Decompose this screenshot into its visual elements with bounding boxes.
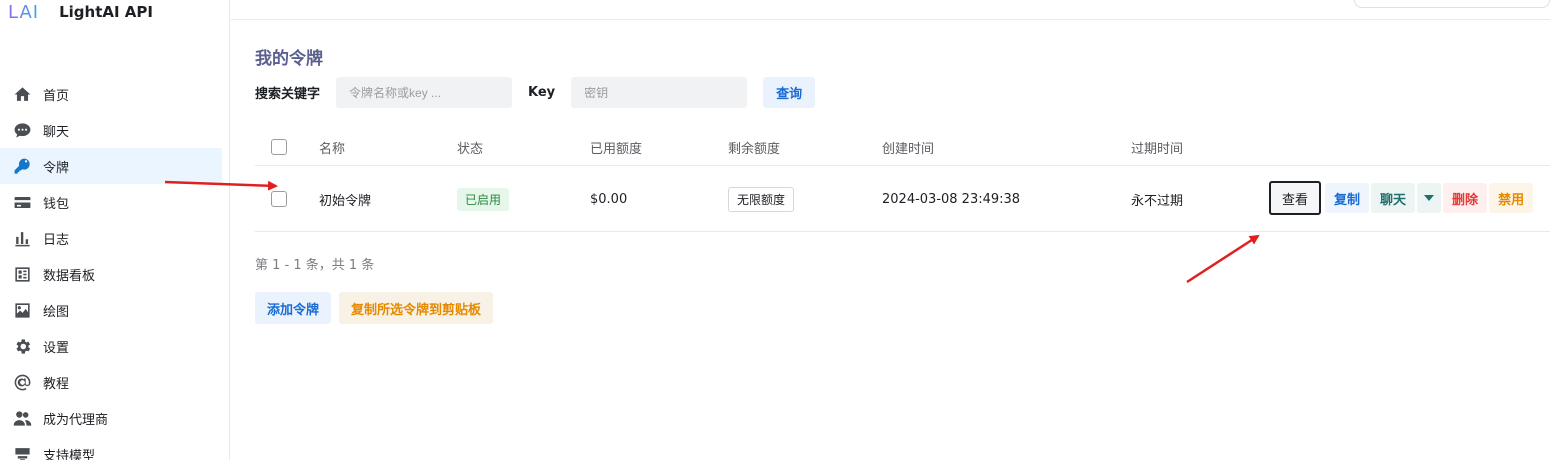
pagination-info: 第 1 - 1 条，共 1 条 <box>255 258 375 273</box>
sidebar-item-label: 教程 <box>43 376 70 392</box>
credit-card-icon <box>12 192 32 212</box>
remaining-quota-badge: 无限额度 <box>728 186 795 212</box>
top-search-box[interactable] <box>1354 0 1550 8</box>
sidebar-item-settings[interactable]: 设置 <box>0 328 222 364</box>
brand-logo: LAI <box>8 1 40 23</box>
created-time: 2024-03-08 23:49:38 <box>882 191 1021 207</box>
brand[interactable]: LAI LightAI API <box>8 0 153 24</box>
sidebar-nav: 首页 聊天 令牌 钱包 日志 数据看板 绘图 设置 教程 成为代理商 支持模型 <box>0 76 222 460</box>
sidebar-item-label: 钱包 <box>43 196 70 212</box>
sidebar-item-label: 令牌 <box>43 160 70 176</box>
sidebar-item-models[interactable]: 支持模型 <box>0 436 222 460</box>
disable-button[interactable]: 禁用 <box>1489 183 1534 213</box>
sidebar-item-label: 绘图 <box>43 304 70 320</box>
keyword-label: 搜索关键字 <box>255 87 321 102</box>
delete-button[interactable]: 删除 <box>1443 183 1488 213</box>
model-icon <box>12 444 32 460</box>
sidebar-item-label: 成为代理商 <box>43 412 109 428</box>
sidebar-item-logs[interactable]: 日志 <box>0 220 222 256</box>
search-row: 搜索关键字 Key 查询 <box>255 77 816 108</box>
key-label: Key <box>528 85 556 100</box>
sidebar: LAI LightAI API 首页 聊天 令牌 钱包 日志 数据看板 绘图 设… <box>0 0 230 460</box>
key-search-input[interactable] <box>571 77 748 108</box>
sidebar-item-drawing[interactable]: 绘图 <box>0 292 222 328</box>
status-cell: 已启用 <box>457 166 510 232</box>
bottom-actions: 添加令牌 复制所选令牌到剪贴板 <box>255 292 494 324</box>
table-row: 初始令牌 已启用 $0.00 无限额度 2024-03-08 23:49:38 … <box>255 166 1550 232</box>
column-header-expire-time[interactable]: 过期时间 <box>1131 128 1183 166</box>
copy-button[interactable]: 复制 <box>1325 183 1370 213</box>
sidebar-item-dashboard[interactable]: 数据看板 <box>0 256 222 292</box>
row-select-cell <box>271 166 287 232</box>
status-badge: 已启用 <box>457 187 510 211</box>
at-sign-icon <box>12 372 32 392</box>
bar-chart-icon <box>12 228 32 248</box>
home-icon <box>12 84 32 104</box>
table-header: 名称 状态 已用额度 剩余额度 创建时间 过期时间 <box>255 128 1550 166</box>
sidebar-item-wallet[interactable]: 钱包 <box>0 184 222 220</box>
sidebar-item-label: 设置 <box>43 340 70 356</box>
column-header-used-quota[interactable]: 已用额度 <box>590 128 642 166</box>
sidebar-item-label: 首页 <box>43 88 70 104</box>
sidebar-item-label: 聊天 <box>43 124 70 140</box>
top-header <box>231 0 1550 20</box>
column-header-created-time[interactable]: 创建时间 <box>882 128 934 166</box>
select-all-checkbox[interactable] <box>271 139 287 155</box>
brand-name: LightAI API <box>59 3 153 21</box>
page-title: 我的令牌 <box>255 49 323 69</box>
expire-time: 永不过期 <box>1131 193 1184 209</box>
copy-selected-tokens-button[interactable]: 复制所选令牌到剪贴板 <box>339 292 494 324</box>
dashboard-icon <box>12 264 32 284</box>
add-token-button[interactable]: 添加令牌 <box>255 292 332 324</box>
users-icon <box>12 408 32 428</box>
key-icon <box>12 156 32 176</box>
chat-button[interactable]: 聊天 <box>1371 183 1416 213</box>
sidebar-item-label: 数据看板 <box>43 268 96 284</box>
query-button[interactable]: 查询 <box>763 77 816 108</box>
token-name: 初始令牌 <box>319 193 372 209</box>
app-root: LAI LightAI API 首页 聊天 令牌 钱包 日志 数据看板 绘图 设… <box>0 0 1550 460</box>
caret-down-icon <box>1424 195 1435 201</box>
column-header-name[interactable]: 名称 <box>319 128 345 166</box>
select-all-cell <box>271 128 287 166</box>
chat-bubble-icon <box>12 120 32 140</box>
sidebar-item-tutorial[interactable]: 教程 <box>0 364 222 400</box>
gear-icon <box>12 336 32 356</box>
sidebar-item-label: 日志 <box>43 232 70 248</box>
token-table: 名称 状态 已用额度 剩余额度 创建时间 过期时间 初始令牌 已启用 $0.00… <box>255 128 1550 232</box>
row-checkbox[interactable] <box>271 191 287 207</box>
sidebar-item-label: 支持模型 <box>43 448 96 460</box>
annotation-arrow-to-view <box>1186 234 1260 284</box>
column-header-status[interactable]: 状态 <box>457 128 483 166</box>
chat-dropdown-button[interactable] <box>1417 183 1442 213</box>
sidebar-item-chat[interactable]: 聊天 <box>0 112 222 148</box>
image-icon <box>12 300 32 320</box>
keyword-search-input[interactable] <box>336 77 513 108</box>
remaining-cell: 无限额度 <box>728 166 795 232</box>
sidebar-item-home[interactable]: 首页 <box>0 76 222 112</box>
row-actions: 查看 复制 聊天 删除 禁用 <box>1269 181 1534 215</box>
sidebar-item-agent[interactable]: 成为代理商 <box>0 400 222 436</box>
used-quota: $0.00 <box>590 191 628 207</box>
view-button[interactable]: 查看 <box>1269 181 1322 215</box>
column-header-remaining-quota[interactable]: 剩余额度 <box>728 128 780 166</box>
sidebar-item-tokens[interactable]: 令牌 <box>0 148 222 184</box>
